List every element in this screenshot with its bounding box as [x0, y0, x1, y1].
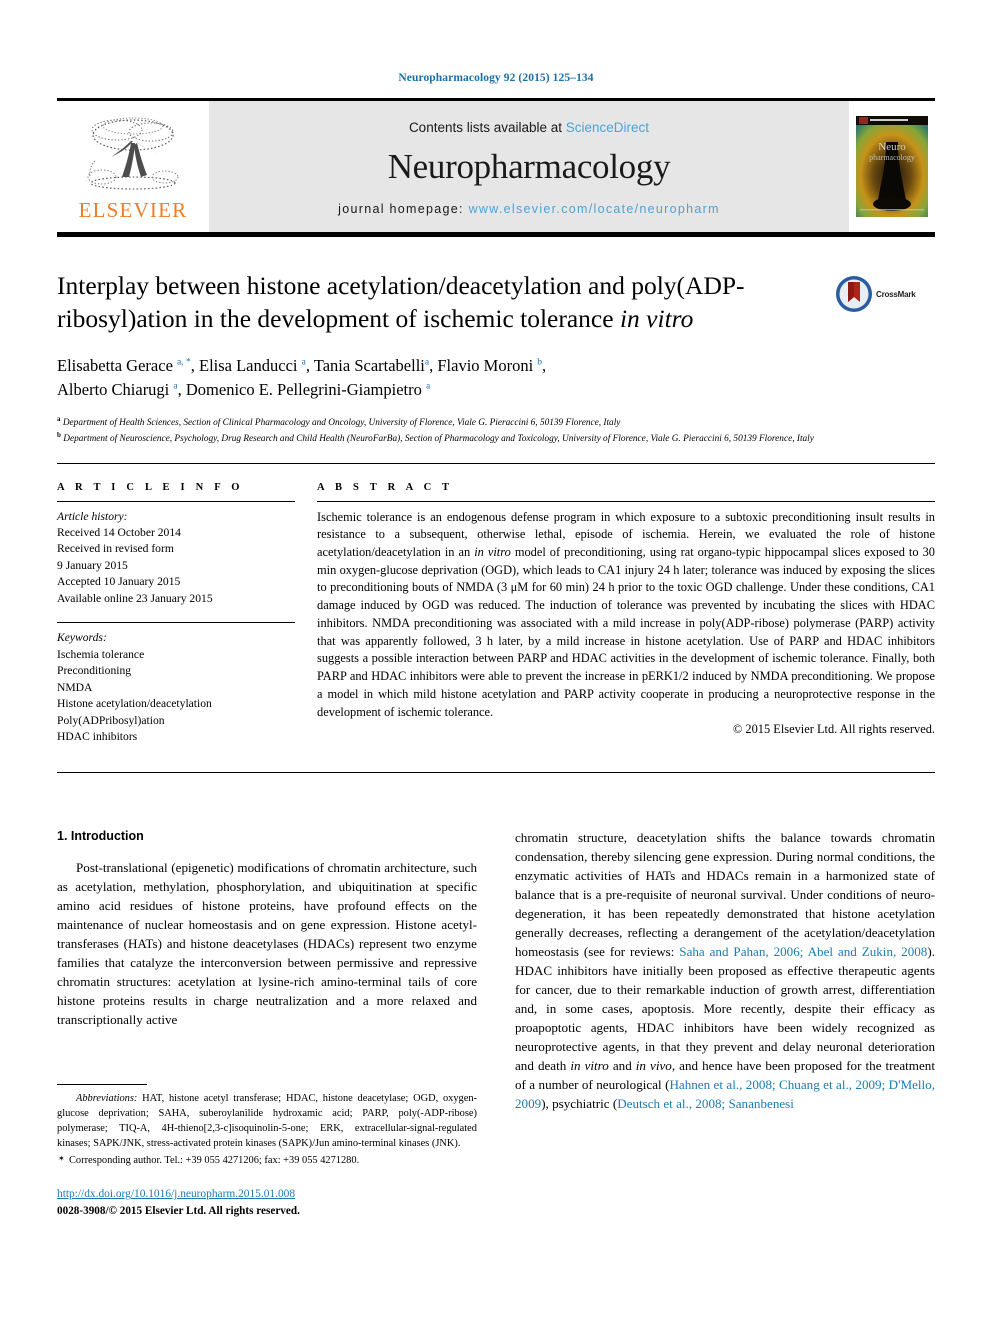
contents-prefix: Contents lists available at [408, 119, 566, 135]
body-right-column: chromatin structure, deacetylation shift… [515, 829, 935, 1219]
introduction-paragraph-left: Post-translational (epigenetic) modifica… [57, 860, 477, 1028]
abbreviations-label: Abbreviations: [76, 1093, 138, 1105]
journal-homepage-line: journal homepage: www.elsevier.com/locat… [338, 202, 720, 216]
author-list: Elisabetta Gerace a, *, Elisa Landucci a… [57, 356, 547, 400]
doi-block: http://dx.doi.org/10.1016/j.neuropharm.2… [57, 1186, 477, 1219]
article-history: Article history: Received 14 October 201… [57, 509, 295, 608]
info-abstract-section: A R T I C L E I N F O Article history: R… [57, 464, 935, 746]
keywords-rule [57, 622, 295, 624]
contents-available-line: Contents lists available at ScienceDirec… [409, 120, 649, 135]
keyword-item: Ischemia tolerance [57, 647, 145, 661]
history-line: Received in revised form [57, 542, 174, 556]
keyword-item: HDAC inhibitors [57, 729, 138, 743]
author-affil-marker: a [301, 357, 306, 368]
crossmark-label: CrossMark [876, 289, 916, 299]
abstract-rule [317, 500, 935, 502]
abstract-italic-1: in vitro [474, 545, 511, 559]
keyword-item: Preconditioning [57, 664, 132, 678]
paper-page: Neuropharmacology 92 (2015) 125–134 ELSE… [0, 0, 992, 1323]
divider-below-abstract [57, 772, 935, 774]
article-info-column: A R T I C L E I N F O Article history: R… [57, 482, 295, 746]
abstract-text: Ischemic tolerance is an endogenous defe… [317, 509, 935, 722]
journal-banner: Contents lists available at ScienceDirec… [209, 101, 849, 232]
keyword-item: NMDA [57, 680, 93, 694]
body-left-column: 1. Introduction Post-translational (epig… [57, 829, 477, 1219]
history-line: Accepted 10 January 2015 [57, 575, 181, 589]
intro-right-seg-2: ). HDAC inhibitors have initially been p… [515, 944, 935, 1074]
history-line: 9 January 2015 [57, 558, 128, 572]
title-italic: in vitro [619, 303, 694, 333]
author-affil-marker: b [537, 357, 543, 368]
corresponding-author-footnote: ✶ Corresponding author. Tel.: +39 055 427… [57, 1154, 477, 1169]
issn-copyright-line: 0028-3908/© 2015 Elsevier Ltd. All right… [57, 1204, 300, 1217]
keywords-list: Keywords: Ischemia tolerance Preconditio… [57, 630, 295, 745]
keyword-item: Histone acetylation/deacetylation [57, 697, 212, 711]
abbreviations-footnote: Abbreviations: HAT, histone acetyl trans… [57, 1092, 477, 1152]
elsevier-logo: ELSEVIER [57, 101, 209, 232]
footnote-rule [57, 1084, 147, 1086]
affil-marker-b: b [57, 431, 61, 440]
journal-masthead: ELSEVIER Contents lists available at Sci… [57, 98, 935, 237]
doi-link[interactable]: http://dx.doi.org/10.1016/j.neuropharm.2… [57, 1186, 477, 1203]
homepage-prefix: journal homepage: [338, 201, 469, 216]
corresponding-author-text: Corresponding author. Tel.: +39 055 4271… [69, 1155, 360, 1167]
article-history-label: Article history: [57, 509, 128, 523]
svg-text:Neuro: Neuro [878, 141, 906, 153]
affiliation-a: a Department of Health Sciences, Section… [57, 414, 935, 430]
title-block: Interplay between histone acetylation/de… [57, 270, 935, 335]
journal-homepage-link[interactable]: www.elsevier.com/locate/neuropharm [469, 202, 720, 216]
intro-right-seg-1: chromatin structure, deacetylation shift… [515, 830, 935, 960]
article-info-label: A R T I C L E I N F O [57, 481, 244, 493]
abstract-copyright: © 2015 Elsevier Ltd. All rights reserved… [732, 722, 935, 737]
affiliations: a Department of Health Sciences, Section… [57, 414, 935, 446]
running-head: Neuropharmacology 92 (2015) 125–134 [398, 72, 594, 84]
elsevier-wordmark: ELSEVIER [78, 197, 188, 222]
abstract-column: A B S T R A C T Ischemic tolerance is an… [317, 482, 935, 746]
page-title: Interplay between histone acetylation/de… [57, 270, 935, 335]
intro-right-seg-5: ), psychiatric ( [541, 1096, 618, 1112]
crossmark-badge[interactable]: CrossMark [835, 270, 935, 318]
affiliation-b-text: Department of Neuroscience, Psychology, … [63, 434, 814, 445]
introduction-paragraph-right: chromatin structure, deacetylation shift… [515, 829, 935, 1114]
crossmark-icon [836, 276, 872, 312]
journal-cover-thumbnail: Neuro pharmacology [849, 101, 935, 232]
abstract-label: A B S T R A C T [317, 481, 454, 493]
intro-right-seg-3: and [608, 1058, 636, 1074]
abstract-seg-2: model of preconditioning, using rat orga… [317, 545, 935, 719]
journal-title: Neuropharmacology [387, 146, 671, 186]
keywords-label: Keywords: [57, 631, 107, 645]
svg-text:pharmacology: pharmacology [869, 153, 915, 162]
footnotes-block: Abbreviations: HAT, histone acetyl trans… [57, 1084, 477, 1219]
citation-deutsch-sananbenesi[interactable]: Deutsch et al., 2008; Sananbenesi [617, 1096, 794, 1111]
footnote-star-icon: ✶ [58, 1154, 65, 1164]
author-affil-marker: a [173, 381, 178, 392]
body-two-columns: 1. Introduction Post-translational (epig… [57, 829, 935, 1219]
author-affil-marker: a, * [177, 357, 191, 368]
article-info-rule [57, 500, 295, 502]
history-line: Available online 23 January 2015 [57, 591, 213, 605]
elsevier-tree-icon [87, 117, 179, 190]
affiliation-b: b Department of Neuroscience, Psychology… [57, 430, 935, 446]
affiliation-a-text: Department of Health Sciences, Section o… [62, 418, 621, 429]
keyword-item: Poly(ADPribosyl)ation [57, 713, 165, 727]
sciencedirect-link[interactable]: ScienceDirect [566, 120, 649, 135]
citation-saha-abel[interactable]: Saha and Pahan, 2006; Abel and Zukin, 20… [679, 944, 927, 959]
intro-right-italic-2: in vivo [635, 1058, 672, 1074]
journal-cover-icon: Neuro pharmacology [856, 116, 928, 217]
author-affil-marker: a [424, 357, 430, 368]
intro-right-italic-1: in vitro [570, 1058, 609, 1074]
introduction-heading: 1. Introduction [57, 829, 144, 844]
history-line: Received 14 October 2014 [57, 525, 181, 539]
author-affil-marker: a [425, 381, 431, 392]
affil-marker-a: a [57, 415, 61, 424]
